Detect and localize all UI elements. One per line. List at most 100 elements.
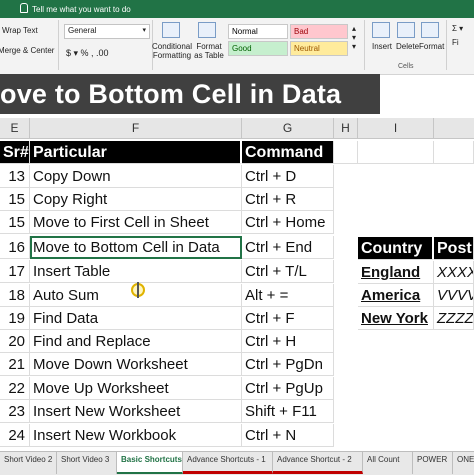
cells-group-label: Cells — [398, 63, 414, 70]
style-bad[interactable]: Bad — [290, 24, 348, 39]
sheet-tab[interactable]: ONE PAG — [453, 452, 474, 474]
ribbon-divider — [58, 20, 59, 70]
empty-cell[interactable] — [434, 141, 474, 164]
header-post[interactable]: Post — [434, 237, 474, 260]
sheet-tab[interactable]: Short Video 2 — [0, 452, 57, 474]
country-cell[interactable]: America — [358, 284, 434, 307]
header-country[interactable]: Country — [358, 237, 434, 260]
header-particular[interactable]: Particular — [30, 141, 242, 164]
empty-cell[interactable] — [334, 141, 358, 164]
format-as-table-button[interactable]: Format as Table — [192, 42, 226, 60]
conditional-formatting-icon[interactable] — [162, 22, 180, 38]
row-sr[interactable]: 20 — [0, 330, 30, 353]
header-command[interactable]: Command — [242, 141, 334, 164]
sheet-tab[interactable]: Short Video 3 — [57, 452, 117, 474]
row-command[interactable]: Ctrl + End — [242, 236, 334, 259]
row-sr[interactable]: 13 — [0, 165, 30, 188]
ribbon-title-bar: Tell me what you want to do — [0, 0, 474, 18]
row-command[interactable]: Ctrl + N — [242, 424, 334, 447]
sheet-tab[interactable]: Advance Shortcuts - 1 — [183, 452, 273, 474]
style-neutral[interactable]: Neutral — [290, 41, 348, 56]
row-sr[interactable]: 16 — [0, 236, 30, 259]
post-cell[interactable]: XXXX — [434, 261, 474, 284]
number-format-controls[interactable]: $ ▾ % , .00 — [66, 48, 109, 59]
post-cell[interactable]: VVVV — [434, 284, 474, 307]
row-sr[interactable]: 23 — [0, 400, 30, 423]
insert-button[interactable]: Insert — [372, 42, 392, 51]
format-as-table-icon[interactable] — [198, 22, 216, 38]
row-particular[interactable]: Insert New Worksheet — [30, 400, 242, 423]
column-header-j[interactable] — [434, 118, 474, 138]
delete-cells-icon[interactable] — [397, 22, 415, 38]
row-particular[interactable]: Find Data — [30, 307, 242, 330]
row-command[interactable]: Shift + F11 — [242, 400, 334, 423]
style-good[interactable]: Good — [228, 41, 288, 56]
conditional-formatting-button[interactable]: Conditional Formatting — [152, 42, 192, 60]
row-particular[interactable]: Find and Replace — [30, 330, 242, 353]
row-particular[interactable]: Insert New Workbook — [30, 424, 242, 447]
row-sr[interactable]: 22 — [0, 377, 30, 400]
delete-button[interactable]: Delete — [396, 42, 419, 51]
row-command[interactable]: Ctrl + T/L — [242, 260, 334, 283]
row-sr[interactable]: 18 — [0, 284, 30, 307]
merge-center-button[interactable]: Merge & Center — [0, 46, 54, 55]
sheet-tabs-bar: Short Video 2 Short Video 3 Basic Shortc… — [0, 451, 474, 475]
row-sr[interactable]: 24 — [0, 424, 30, 447]
tell-me-label: Tell me what you want to do — [32, 5, 131, 14]
row-sr[interactable]: 15 — [0, 188, 30, 211]
row-command[interactable]: Ctrl + R — [242, 188, 334, 211]
row-particular[interactable]: Move to First Cell in Sheet — [30, 211, 242, 234]
header-sr[interactable]: Sr# — [0, 141, 30, 164]
row-command[interactable]: Ctrl + H — [242, 330, 334, 353]
post-cell[interactable]: ZZZZ — [434, 307, 474, 330]
mouse-cursor-icon — [131, 282, 145, 298]
row-particular[interactable]: Insert Table — [30, 260, 242, 283]
ribbon-divider — [364, 20, 365, 70]
chevron-down-icon: ▾ — [142, 27, 146, 34]
fill-button[interactable]: Fi — [452, 38, 459, 47]
sum-icon[interactable]: Σ ▾ — [452, 24, 463, 33]
column-header-e[interactable]: E — [0, 118, 30, 138]
row-command[interactable]: Ctrl + D — [242, 165, 334, 188]
format-cells-icon[interactable] — [421, 22, 439, 38]
row-command[interactable]: Alt + = — [242, 284, 334, 307]
column-header-g[interactable]: G — [242, 118, 334, 138]
ribbon: Tell me what you want to do Wrap Text Me… — [0, 0, 474, 75]
row-particular[interactable]: Move Down Worksheet — [30, 353, 242, 376]
wrap-text-button[interactable]: Wrap Text — [2, 26, 38, 35]
column-header-h[interactable]: H — [334, 118, 358, 138]
empty-cell[interactable] — [358, 141, 434, 164]
column-header-i[interactable]: I — [358, 118, 434, 138]
row-sr[interactable]: 17 — [0, 260, 30, 283]
tell-me-search[interactable]: Tell me what you want to do — [20, 3, 131, 14]
row-command[interactable]: Ctrl + Home — [242, 211, 334, 234]
styles-scroll-arrows[interactable]: ▴ ▾ ▾ — [352, 24, 356, 51]
selected-cell-particular[interactable]: Move to Bottom Cell in Data — [30, 236, 242, 259]
row-sr[interactable]: 15 — [0, 211, 30, 234]
row-particular[interactable]: Copy Right — [30, 188, 242, 211]
format-button[interactable]: Format — [419, 42, 444, 51]
row-sr[interactable]: 19 — [0, 307, 30, 330]
number-format-value: General — [68, 26, 97, 35]
sheet-tab-active[interactable]: Basic Shortcuts — [117, 452, 183, 474]
sheet-tab[interactable]: All Count — [363, 452, 413, 474]
number-format-dropdown[interactable]: General ▾ — [64, 24, 150, 39]
row-particular[interactable]: Move Up Worksheet — [30, 377, 242, 400]
insert-cells-icon[interactable] — [372, 22, 390, 38]
style-normal[interactable]: Normal — [228, 24, 288, 39]
row-sr[interactable]: 21 — [0, 353, 30, 376]
country-cell[interactable]: New York — [358, 307, 434, 330]
row-command[interactable]: Ctrl + PgDn — [242, 353, 334, 376]
sheet-tab[interactable]: Advance Shortcut - 2 — [273, 452, 363, 474]
row-command[interactable]: Ctrl + PgUp — [242, 377, 334, 400]
row-command[interactable]: Ctrl + F — [242, 307, 334, 330]
sheet-tab[interactable]: POWER — [413, 452, 453, 474]
lightbulb-icon — [20, 3, 28, 13]
row-particular[interactable]: Copy Down — [30, 165, 242, 188]
banner-text: ove to Bottom Cell in Data — [0, 79, 342, 109]
column-header-f[interactable]: F — [30, 118, 242, 138]
column-headers: E F G H I — [0, 118, 474, 139]
ribbon-divider — [446, 20, 447, 70]
title-banner: ove to Bottom Cell in Data — [0, 74, 380, 114]
country-cell[interactable]: England — [358, 261, 434, 284]
